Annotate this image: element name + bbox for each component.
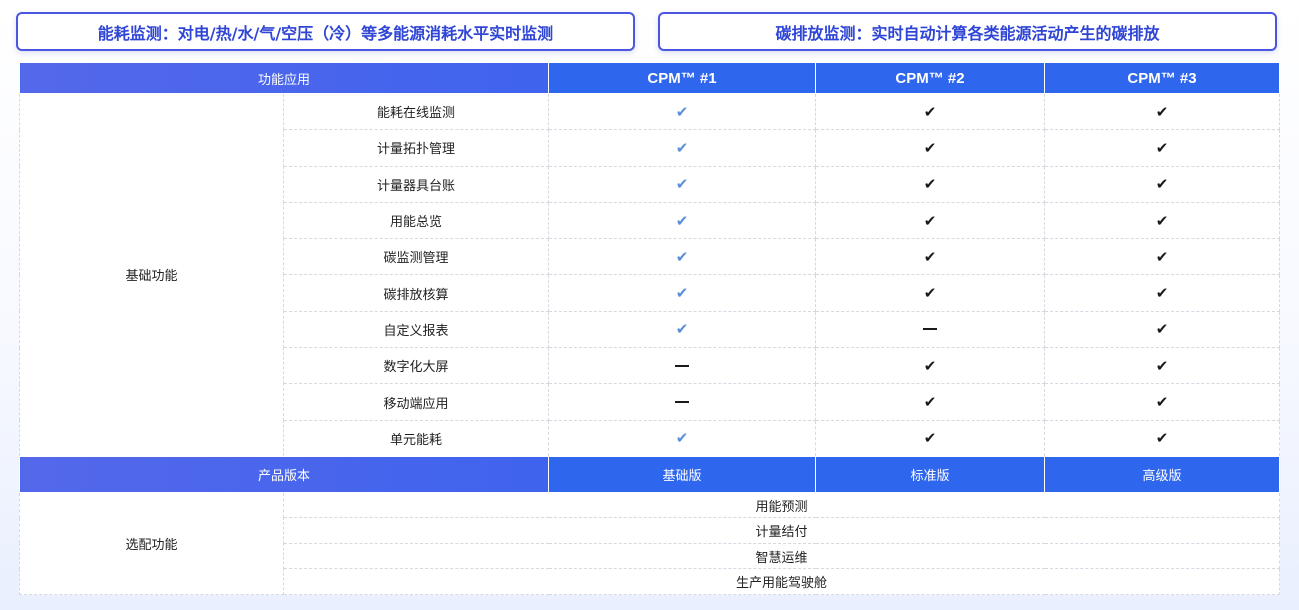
table-header-row: 功能应用 CPM™ #1 CPM™ #2 CPM™ #3 <box>18 62 1281 94</box>
plan-header-cpm1: CPM™ #1 <box>548 62 817 94</box>
version-name: 标准版 <box>815 455 1046 493</box>
version-row: 产品版本 基础版 标准版 高级版 <box>18 455 1281 493</box>
check-light-icon: ✔ <box>675 102 689 121</box>
feature-availability-cell: ✔ <box>1044 201 1281 240</box>
check-icon: ✔ <box>923 175 937 194</box>
feature-availability-cell: ✔ <box>815 274 1046 312</box>
optional-feature-name: 计量结付 <box>282 517 1281 544</box>
feature-availability-cell: ✔ <box>815 201 1046 240</box>
feature-availability-cell: ✔ <box>1044 92 1281 131</box>
feature-name: 单元能耗 <box>282 419 550 457</box>
category-base-features: 基础功能 <box>19 93 284 457</box>
check-icon: ✔ <box>1155 429 1169 448</box>
feature-availability-cell: ✔ <box>1044 238 1281 276</box>
check-icon: ✔ <box>1155 393 1169 412</box>
check-icon: ✔ <box>923 393 937 412</box>
feature-availability-cell: ✔ <box>815 347 1046 385</box>
feature-availability-cell: ✔ <box>1044 165 1281 203</box>
check-icon: ✔ <box>923 429 937 448</box>
feature-availability-cell: ✔ <box>548 165 817 203</box>
check-icon: ✔ <box>923 284 937 303</box>
feature-availability-cell: ✔ <box>1044 310 1281 349</box>
check-icon: ✔ <box>923 356 937 375</box>
feature-availability-cell <box>548 347 817 385</box>
optional-feature-name: 生产用能驾驶舱 <box>282 568 1281 595</box>
feature-name: 碳监测管理 <box>282 238 550 276</box>
feature-availability-cell: ✔ <box>815 238 1046 276</box>
check-icon: ✔ <box>923 247 937 266</box>
check-light-icon: ✔ <box>675 175 689 194</box>
feature-availability-cell: ✔ <box>1044 383 1281 421</box>
check-icon: ✔ <box>1155 320 1169 339</box>
feature-availability-cell: ✔ <box>548 238 817 276</box>
feature-availability-cell: ✔ <box>815 129 1046 167</box>
check-light-icon: ✔ <box>675 211 689 230</box>
not-included-dash-icon <box>675 364 690 367</box>
optional-feature-name: 智慧运维 <box>282 542 1281 570</box>
feature-name: 用能总览 <box>282 201 550 240</box>
plan-header-cpm3: CPM™ #3 <box>1044 62 1281 94</box>
version-name: 高级版 <box>1044 455 1281 493</box>
check-light-icon: ✔ <box>675 247 689 266</box>
check-icon: ✔ <box>1155 175 1169 194</box>
not-included-dash-icon <box>675 401 690 404</box>
feature-availability-cell: ✔ <box>548 274 817 312</box>
version-label: 产品版本 <box>18 455 550 493</box>
feature-name: 碳排放核算 <box>282 274 550 312</box>
check-icon: ✔ <box>923 211 937 230</box>
not-included-dash-icon <box>923 328 938 331</box>
check-icon: ✔ <box>923 138 937 157</box>
check-icon: ✔ <box>1155 356 1169 375</box>
feature-availability-cell <box>815 310 1046 349</box>
feature-availability-cell: ✔ <box>815 383 1046 421</box>
check-icon: ✔ <box>1155 211 1169 230</box>
plan-header-cpm2: CPM™ #2 <box>815 62 1046 94</box>
feature-name: 计量拓扑管理 <box>282 129 550 167</box>
feature-availability-cell: ✔ <box>548 129 817 167</box>
check-icon: ✔ <box>923 102 937 121</box>
category-optional-features: 选配功能 <box>19 491 284 595</box>
feature-availability-cell: ✔ <box>1044 274 1281 312</box>
feature-availability-cell: ✔ <box>548 92 817 131</box>
check-icon: ✔ <box>1155 247 1169 266</box>
feature-name: 自定义报表 <box>282 310 550 349</box>
table-row: 选配功能 用能预测 <box>19 491 1281 595</box>
check-light-icon: ✔ <box>675 138 689 157</box>
feature-name: 计量器具台账 <box>282 165 550 203</box>
feature-availability-cell: ✔ <box>1044 419 1281 457</box>
check-light-icon: ✔ <box>675 284 689 303</box>
feature-availability-cell: ✔ <box>548 201 817 240</box>
feature-availability-cell: ✔ <box>815 419 1046 457</box>
feature-comparison-table: 功能应用 CPM™ #1 CPM™ #2 CPM™ #3 基础功能 能耗在线监测 ✔… <box>18 62 1281 595</box>
feature-availability-cell: ✔ <box>815 165 1046 203</box>
feature-column-header: 功能应用 <box>18 62 550 94</box>
table-row: 基础功能 能耗在线监测 ✔ ✔ ✔ <box>19 92 1281 457</box>
feature-availability-cell <box>548 383 817 421</box>
check-icon: ✔ <box>1155 138 1169 157</box>
feature-availability-cell: ✔ <box>1044 129 1281 167</box>
feature-availability-cell: ✔ <box>548 419 817 457</box>
feature-name: 数字化大屏 <box>282 347 550 385</box>
feature-availability-cell: ✔ <box>548 310 817 349</box>
check-light-icon: ✔ <box>675 429 689 448</box>
feature-name: 移动端应用 <box>282 383 550 421</box>
feature-availability-cell: ✔ <box>1044 347 1281 385</box>
energy-monitoring-banner: 能耗监测：对电/热/水/气/空压（冷）等多能源消耗水平实时监测 <box>16 12 635 51</box>
feature-availability-cell: ✔ <box>815 92 1046 131</box>
optional-feature-name: 用能预测 <box>282 491 1281 519</box>
check-light-icon: ✔ <box>675 320 689 339</box>
check-icon: ✔ <box>1155 102 1169 121</box>
feature-name: 能耗在线监测 <box>282 92 550 131</box>
version-name: 基础版 <box>548 455 817 493</box>
check-icon: ✔ <box>1155 284 1169 303</box>
carbon-monitoring-banner: 碳排放监测：实时自动计算各类能源活动产生的碳排放 <box>658 12 1277 51</box>
